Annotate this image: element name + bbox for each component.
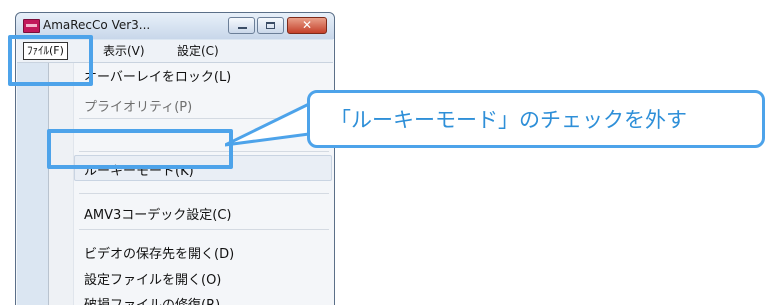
window-title: AmaRecCo Ver3... bbox=[43, 18, 151, 32]
callout-text: 「ルーキーモード」のチェックを外す bbox=[330, 108, 687, 132]
menu-separator bbox=[79, 229, 329, 230]
file-menu-highlight-box bbox=[8, 35, 93, 86]
callout-pointer bbox=[225, 102, 311, 147]
menu-item-priority[interactable]: プライオリティ(P) bbox=[84, 96, 192, 115]
menu-item-amv3-codec-settings[interactable]: AMV3コーデック設定(C) bbox=[84, 204, 232, 223]
menu-separator bbox=[79, 193, 329, 194]
app-icon bbox=[23, 19, 40, 33]
menu-item-open-settings-file[interactable]: 設定ファイルを開く(O) bbox=[84, 269, 221, 288]
minimize-icon bbox=[238, 27, 247, 29]
close-icon: ✕ bbox=[301, 18, 313, 32]
menu-item-open-video-folder[interactable]: ビデオの保存先を開く(D) bbox=[84, 243, 234, 262]
menu-icon-gutter bbox=[49, 63, 74, 305]
instruction-callout: 「ルーキーモード」のチェックを外す bbox=[307, 90, 765, 148]
close-button[interactable]: ✕ bbox=[287, 17, 327, 34]
menu-item-repair-broken-file[interactable]: 破損ファイルの修復(R) bbox=[84, 294, 220, 305]
screenshot-stage: AmaRecCo Ver3... ✕ ﾌｧｲﾙ(F) 表示(V) 設定(C) オ… bbox=[0, 0, 773, 305]
rookie-mode-highlight-box bbox=[47, 129, 233, 169]
menu-item-lock-overlay[interactable]: オーバーレイをロック(L) bbox=[84, 66, 231, 85]
menu-view[interactable]: 表示(V) bbox=[103, 42, 145, 60]
maximize-icon bbox=[266, 22, 275, 29]
minimize-button[interactable] bbox=[228, 17, 255, 34]
maximize-button[interactable] bbox=[257, 17, 284, 34]
menu-settings[interactable]: 設定(C) bbox=[177, 42, 219, 60]
